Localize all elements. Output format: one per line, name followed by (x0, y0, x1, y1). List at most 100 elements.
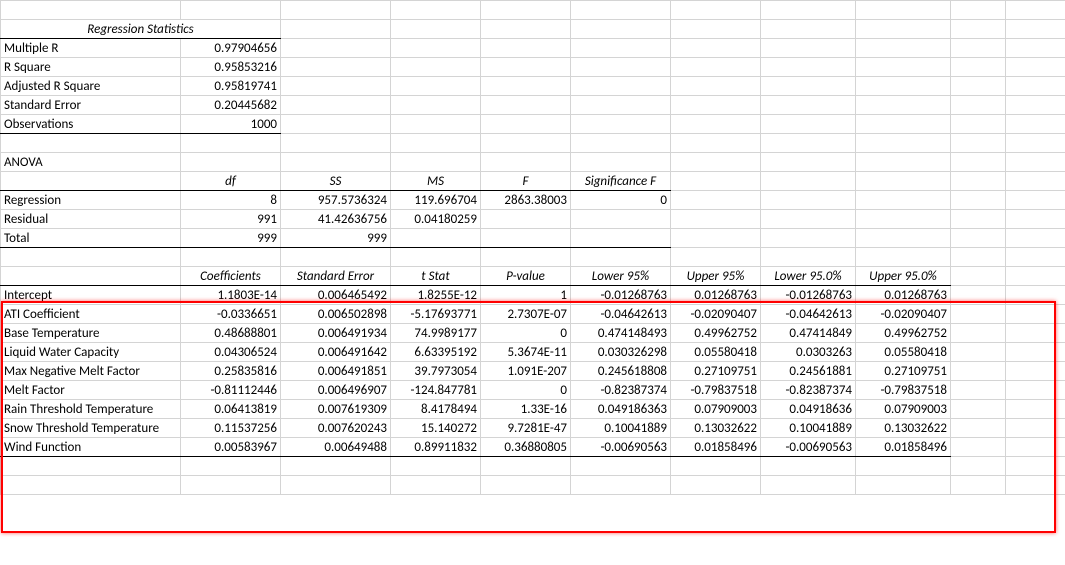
coef-cell: 0.474148493 (571, 324, 671, 343)
anova-cell (481, 210, 571, 229)
coef-cell: 0.04306524 (181, 343, 281, 362)
reg-stat-label: Multiple R (1, 39, 181, 58)
anova-cell: 8 (181, 191, 281, 210)
anova-cell: 991 (181, 210, 281, 229)
anova-cell (571, 229, 671, 248)
anova-cell (391, 229, 481, 248)
reg-stat-label: Observations (1, 115, 181, 134)
coef-cell: -0.79837518 (671, 381, 761, 400)
coef-cell: -0.02090407 (671, 305, 761, 324)
coef-cell: 1.33E-16 (481, 400, 571, 419)
coef-cell: 0 (481, 381, 571, 400)
coef-header-lower95b: Lower 95.0% (761, 267, 856, 286)
coef-cell: 0.05580418 (671, 343, 761, 362)
coef-row-label: Melt Factor (1, 381, 181, 400)
coef-cell: -0.79837518 (856, 381, 951, 400)
coef-row-label: Snow Threshold Temperature (1, 419, 181, 438)
anova-cell: 41.42636756 (281, 210, 391, 229)
coef-cell: 0.00583967 (181, 438, 281, 457)
coef-row-label: Intercept (1, 286, 181, 305)
coef-cell: 0.13032622 (856, 419, 951, 438)
reg-stats-header: Regression Statistics (1, 20, 281, 39)
anova-cell: 957.5736324 (281, 191, 391, 210)
coef-cell: 0.006496907 (281, 381, 391, 400)
coef-cell: 0.006465492 (281, 286, 391, 305)
coef-cell: -124.847781 (391, 381, 481, 400)
coef-cell: 0.04918636 (761, 400, 856, 419)
coef-cell: 0.25835816 (181, 362, 281, 381)
coef-cell: 39.7973054 (391, 362, 481, 381)
coef-cell: 0.13032622 (671, 419, 761, 438)
coef-cell: -0.0336651 (181, 305, 281, 324)
coef-cell: 1.1803E-14 (181, 286, 281, 305)
coef-cell: -5.17693771 (391, 305, 481, 324)
coef-cell: 0.007619309 (281, 400, 391, 419)
coef-cell: 0.01858496 (856, 438, 951, 457)
coef-cell: -0.02090407 (856, 305, 951, 324)
coef-cell: 6.63395192 (391, 343, 481, 362)
coef-cell: 0.006491934 (281, 324, 391, 343)
coef-cell: 0.10041889 (761, 419, 856, 438)
coef-cell: 0.10041889 (571, 419, 671, 438)
coef-header-lower95: Lower 95% (571, 267, 671, 286)
coef-cell: 0.0303263 (761, 343, 856, 362)
coef-header-upper95: Upper 95% (671, 267, 761, 286)
coef-cell: -0.82387374 (761, 381, 856, 400)
coef-cell: -0.01268763 (761, 286, 856, 305)
coef-cell: 0.49962752 (856, 324, 951, 343)
coef-cell: 0.07909003 (856, 400, 951, 419)
coef-cell: -0.01268763 (571, 286, 671, 305)
coef-cell: 0.48688801 (181, 324, 281, 343)
anova-row-label: Total (1, 229, 181, 248)
coef-cell: -0.00690563 (761, 438, 856, 457)
coef-header-pvalue: P-value (481, 267, 571, 286)
anova-cell (481, 229, 571, 248)
coef-cell: 0.07909003 (671, 400, 761, 419)
coef-header-upper95b: Upper 95.0% (856, 267, 951, 286)
coef-cell: 8.4178494 (391, 400, 481, 419)
reg-stat-label: Adjusted R Square (1, 77, 181, 96)
coef-cell: 0.06413819 (181, 400, 281, 419)
anova-cell: 999 (181, 229, 281, 248)
coef-cell: 0.27109751 (856, 362, 951, 381)
coef-row-label: Base Temperature (1, 324, 181, 343)
coef-row-label: Rain Threshold Temperature (1, 400, 181, 419)
coef-cell: 0.47414849 (761, 324, 856, 343)
anova-cell: 2863.38003 (481, 191, 571, 210)
coef-cell: 0.11537256 (181, 419, 281, 438)
coef-header-stderr: Standard Error (281, 267, 391, 286)
anova-header-sigf: Significance F (571, 172, 671, 191)
anova-cell: 0 (571, 191, 671, 210)
anova-header-df: df (181, 172, 281, 191)
anova-row-label: Residual (1, 210, 181, 229)
reg-stat-label: Standard Error (1, 96, 181, 115)
coef-cell: 0.24561881 (761, 362, 856, 381)
anova-cell: 119.696704 (391, 191, 481, 210)
coef-header-coefficients: Coefficients (181, 267, 281, 286)
coef-cell: -0.04642613 (571, 305, 671, 324)
coef-cell: 0.01268763 (671, 286, 761, 305)
anova-row-label: Regression (1, 191, 181, 210)
coef-cell: 1.091E-207 (481, 362, 571, 381)
coef-cell: 0.89911832 (391, 438, 481, 457)
coef-cell: 1 (481, 286, 571, 305)
coef-cell: 0.006502898 (281, 305, 391, 324)
coef-cell: 0.27109751 (671, 362, 761, 381)
coef-cell: -0.04642613 (761, 305, 856, 324)
anova-cell (571, 210, 671, 229)
coef-cell: 0.36880805 (481, 438, 571, 457)
coef-row-label: Wind Function (1, 438, 181, 457)
coef-cell: 15.140272 (391, 419, 481, 438)
coef-cell: 0.01268763 (856, 286, 951, 305)
coef-header-tstat: t Stat (391, 267, 481, 286)
spreadsheet-grid[interactable]: Regression Statistics Multiple R 0.97904… (0, 0, 1065, 495)
coef-cell: 5.3674E-11 (481, 343, 571, 362)
coef-cell: 0.05580418 (856, 343, 951, 362)
reg-stat-value: 0.95853216 (181, 58, 281, 77)
coef-cell: 0 (481, 324, 571, 343)
coef-cell: 74.9989177 (391, 324, 481, 343)
coef-cell: 0.00649488 (281, 438, 391, 457)
coef-row-label: Liquid Water Capacity (1, 343, 181, 362)
anova-label: ANOVA (1, 153, 181, 172)
coef-cell: 0.030326298 (571, 343, 671, 362)
